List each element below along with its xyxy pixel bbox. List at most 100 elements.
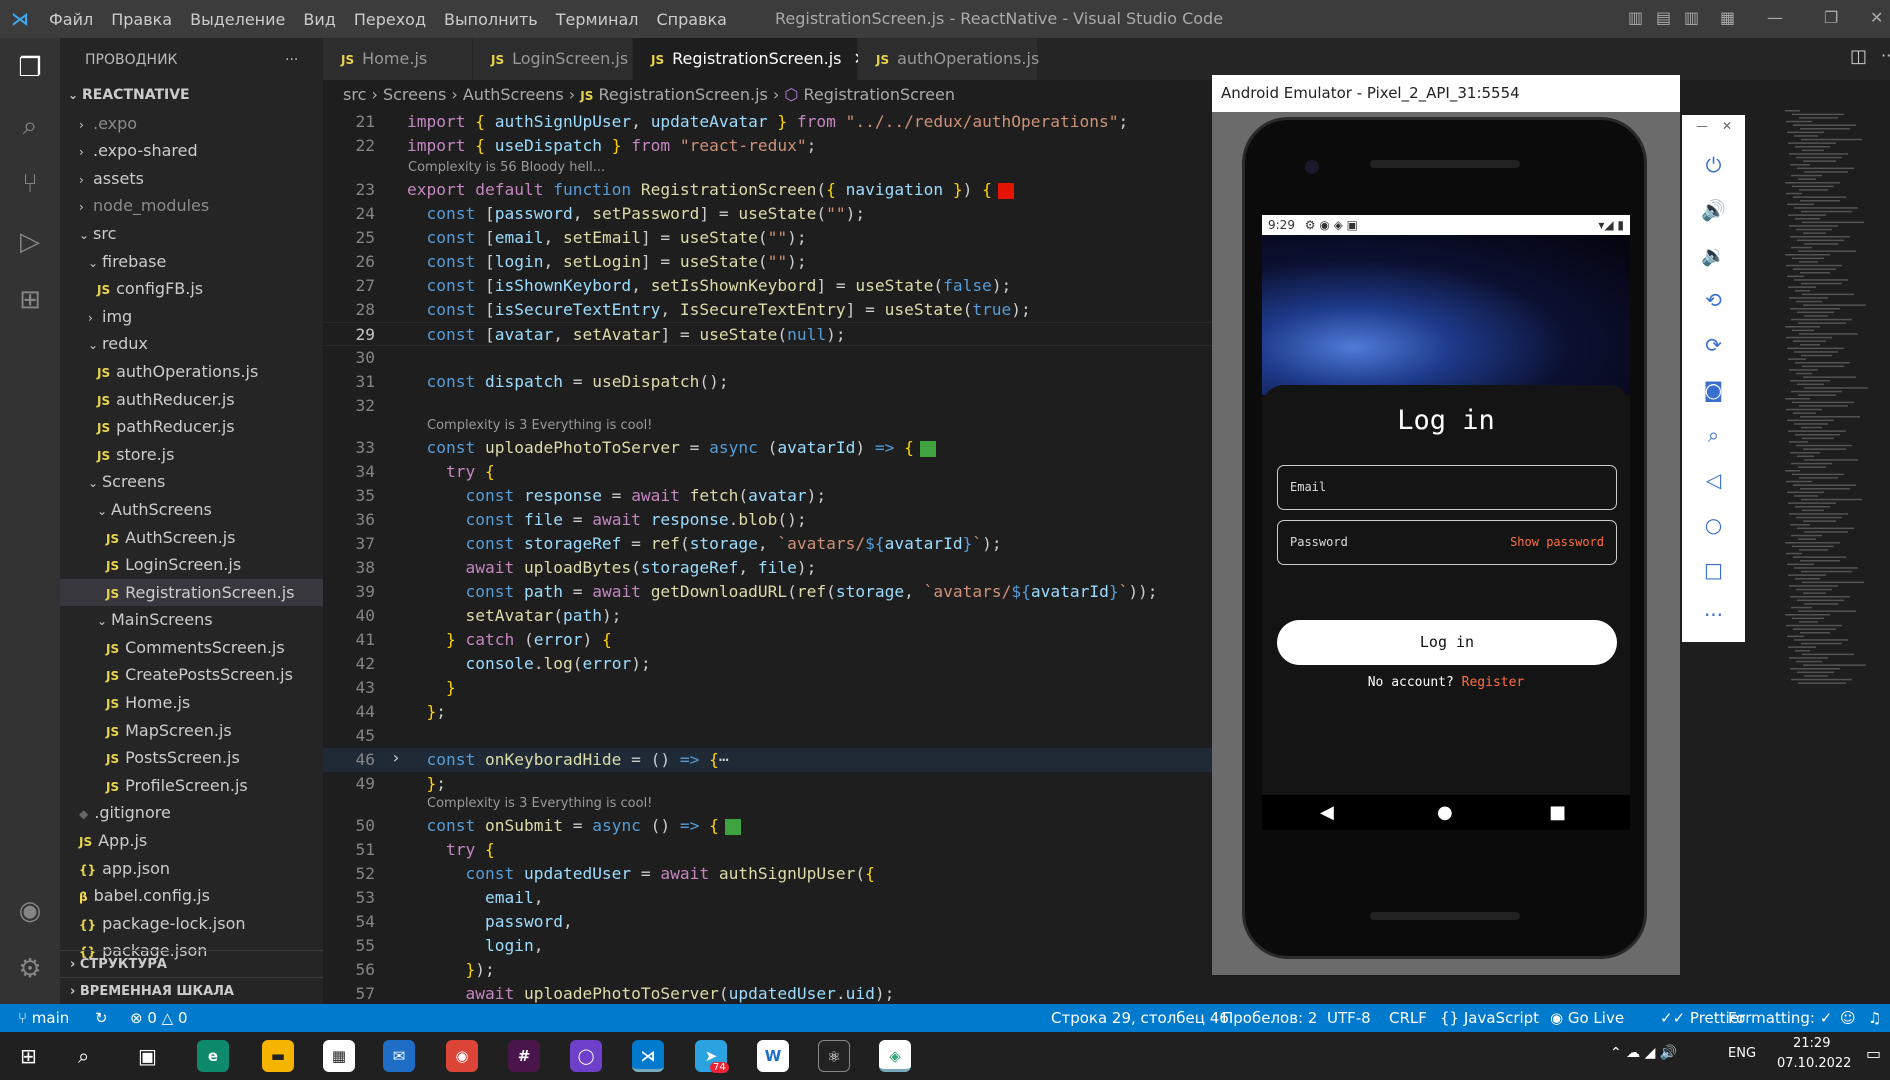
app-icon[interactable]: W (757, 1040, 789, 1072)
android-studio-icon[interactable]: ◈ (879, 1040, 911, 1072)
file-explorer-icon[interactable]: ▬ (262, 1040, 294, 1072)
start-icon[interactable]: ⊞ (20, 1044, 37, 1068)
fold-chevron-icon[interactable]: › (391, 748, 401, 767)
rotate-left-icon[interactable]: ⟲ (1682, 288, 1745, 312)
account-icon[interactable]: ◉ (12, 893, 48, 929)
settings-gear-icon[interactable]: ⚙ (12, 951, 48, 987)
timeline-section[interactable]: › ВРЕМЕННАЯ ШКАЛА (60, 977, 323, 1004)
tree-file[interactable]: JS PostsScreen.js (60, 744, 323, 772)
back-icon[interactable]: ◀ (1320, 802, 1334, 823)
more-actions-icon[interactable]: ··· (285, 38, 298, 82)
github-icon[interactable]: ◯ (570, 1040, 602, 1072)
menu-run[interactable]: Выполнить (435, 10, 547, 29)
menu-file[interactable]: Файл (40, 10, 102, 29)
toggle-secondary-icon[interactable]: ▥ (1684, 8, 1699, 27)
tree-folder[interactable]: › img (60, 303, 323, 331)
tree-folder[interactable]: ⌄ AuthScreens (60, 496, 323, 524)
home-icon[interactable]: ● (1437, 802, 1453, 823)
menu-view[interactable]: Вид (294, 10, 344, 29)
edge-icon[interactable]: e (197, 1040, 229, 1072)
tree-file[interactable]: JS authOperations.js (60, 358, 323, 386)
notifications-icon[interactable]: ♫ (1868, 1004, 1881, 1032)
login-button[interactable]: Log in (1277, 620, 1617, 665)
tree-file[interactable]: JS RegistrationScreen.js (60, 578, 323, 607)
tree-file[interactable]: JS configFB.js (60, 275, 323, 303)
recents-icon[interactable]: ■ (1549, 802, 1566, 823)
breadcrumb-screens[interactable]: Screens (383, 85, 446, 104)
tree-file[interactable]: JS authReducer.js (60, 386, 323, 414)
indentation[interactable]: Пробелов: 2 (1222, 1004, 1317, 1032)
explorer-icon[interactable]: ❐ (12, 50, 48, 86)
zoom-icon[interactable]: ⌕ (1682, 423, 1745, 447)
tab-login-screen[interactable]: JS LoginScreen.js (473, 38, 633, 80)
toggle-panel-icon[interactable]: ▤ (1656, 8, 1671, 27)
tree-file[interactable]: JS ProfileScreen.js (60, 772, 323, 800)
line-ending[interactable]: CRLF (1389, 1004, 1427, 1032)
tree-folder[interactable]: ⌄ Screens (60, 468, 323, 496)
tab-registration-screen[interactable]: JSRegistrationScreen.js✕ (633, 38, 867, 80)
language-mode[interactable]: {} JavaScript (1440, 1004, 1539, 1032)
encoding[interactable]: UTF-8 (1327, 1004, 1371, 1032)
go-live-button[interactable]: ◉ Go Live (1550, 1004, 1624, 1032)
tree-folder[interactable]: › assets (60, 165, 323, 193)
breadcrumb-file[interactable]: RegistrationScreen.js (598, 85, 767, 104)
rotate-right-icon[interactable]: ⟳ (1682, 333, 1745, 357)
tree-file[interactable]: β babel.config.js (60, 882, 323, 910)
volume-down-icon[interactable]: 🔉 (1682, 243, 1745, 267)
emu-close-icon[interactable]: ✕ (1722, 119, 1732, 133)
tree-file[interactable]: JS LoginScreen.js (60, 551, 323, 579)
tree-file[interactable]: JS AuthScreen.js (60, 524, 323, 552)
show-password-button[interactable]: Show password (1510, 521, 1604, 564)
menu-go[interactable]: Переход (345, 10, 435, 29)
sync-icon[interactable]: ↻ (95, 1004, 108, 1032)
split-editor-icon[interactable]: ◫ (1850, 46, 1867, 67)
minimize-icon[interactable]: — (1767, 8, 1783, 27)
tree-file[interactable]: JS pathReducer.js (60, 413, 323, 441)
overview-icon[interactable]: □ (1682, 558, 1745, 582)
mail-icon[interactable]: ✉ (383, 1040, 415, 1072)
tree-folder[interactable]: ⌄ src (60, 220, 323, 248)
tab-home[interactable]: JS Home.js (323, 38, 473, 80)
account-status-icon[interactable]: ☺ (1840, 1004, 1856, 1032)
cursor-position[interactable]: Строка 29, столбец 46 (1051, 1004, 1229, 1032)
menu-terminal[interactable]: Терминал (547, 10, 648, 29)
codelens[interactable]: Complexity is 3 Everything is cool! (427, 796, 652, 811)
screenshot-icon[interactable]: ◙ (1682, 378, 1745, 402)
code-editor[interactable]: 21 import { authSignUpUser, updateAvatar … (323, 110, 1213, 1004)
password-input[interactable]: Password Show password (1277, 520, 1617, 565)
emu-minimize-icon[interactable]: — (1696, 119, 1708, 133)
codelens[interactable]: Complexity is 56 Bloody hell... (408, 160, 605, 175)
editor-more-icon[interactable]: ··· (1881, 46, 1890, 65)
email-input[interactable]: Email (1277, 465, 1617, 510)
codelens[interactable]: Complexity is 3 Everything is cool! (427, 418, 652, 433)
clock-time[interactable]: 21:29 (1793, 1036, 1830, 1051)
source-control-icon[interactable]: ⑂ (12, 166, 48, 202)
tree-file[interactable]: JS MapScreen.js (60, 717, 323, 745)
tree-folder[interactable]: › .expo (60, 110, 323, 138)
formatting-indicator[interactable]: Formatting: ✓ (1728, 1004, 1832, 1032)
notification-center-icon[interactable]: ▭ (1866, 1044, 1881, 1063)
workspace-root[interactable]: ⌄ REACTNATIVE (60, 82, 323, 110)
tree-folder[interactable]: ⌄ redux (60, 330, 323, 358)
tree-folder[interactable]: ⌄ MainScreens (60, 606, 323, 634)
slack-icon[interactable]: # (508, 1040, 540, 1072)
tree-file[interactable]: {} package-lock.json (60, 910, 323, 938)
register-link[interactable]: Register (1462, 675, 1525, 690)
toggle-sidebar-icon[interactable]: ▥ (1628, 8, 1643, 27)
tree-file[interactable]: JS App.js (60, 827, 323, 855)
breadcrumb-symbol[interactable]: RegistrationScreen (803, 85, 955, 104)
chrome-icon[interactable]: ◉ (446, 1040, 478, 1072)
atom-icon[interactable]: ⚛ (818, 1040, 850, 1072)
close-icon[interactable]: ✕ (1870, 8, 1883, 27)
tree-file[interactable]: JS CreatePostsScreen.js (60, 661, 323, 689)
problems-indicator[interactable]: ⊗ 0 △ 0 (130, 1004, 188, 1032)
breadcrumb-src[interactable]: src (343, 85, 366, 104)
branch-indicator[interactable]: ⑂ main (18, 1004, 69, 1032)
tree-folder[interactable]: › node_modules (60, 192, 323, 220)
phone-screen[interactable]: 9:29 ⚙ ◉ ◈ ▣ ▾◢ ▮ Log in Email Password Sh… (1262, 215, 1630, 830)
tree-folder[interactable]: ⌄ firebase (60, 248, 323, 276)
clock-date[interactable]: 07.10.2022 (1777, 1056, 1851, 1071)
task-view-icon[interactable]: ▣ (138, 1044, 157, 1068)
store-icon[interactable]: ▦ (323, 1040, 355, 1072)
more-icon[interactable]: ··· (1682, 603, 1745, 627)
